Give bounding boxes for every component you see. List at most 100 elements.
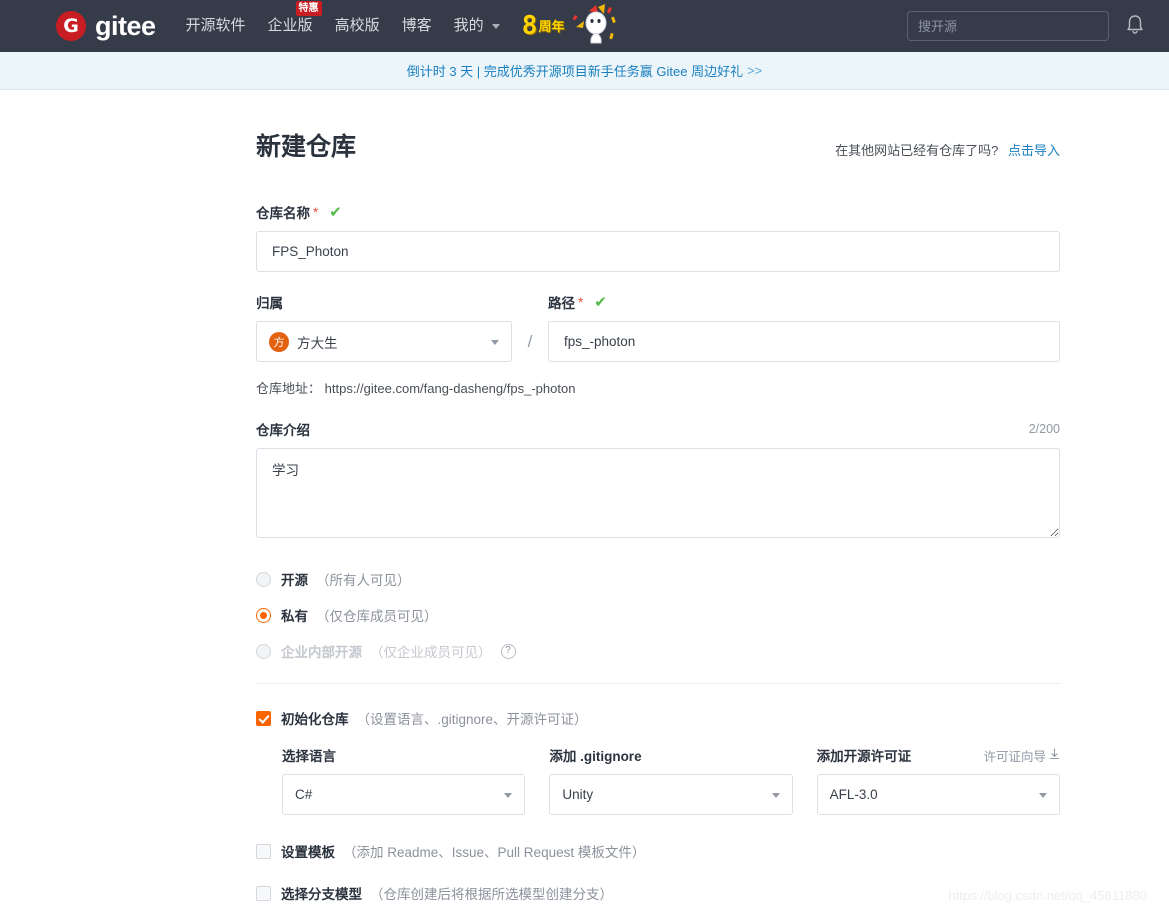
gitignore-selected-value: Unity <box>562 787 594 802</box>
owner-field: 归属 方 方大生 <box>256 292 512 362</box>
description-counter: 2/200 <box>1028 422 1060 436</box>
checkbox-init-repo-icon <box>256 710 271 726</box>
gitignore-label: 添加 .gitignore <box>549 746 792 764</box>
gitee-wordmark: gitee <box>95 10 156 41</box>
path-label-text: 路径 <box>548 296 575 311</box>
gitignore-select[interactable]: Unity <box>549 774 793 815</box>
owner-select[interactable]: 方 方大生 <box>256 321 512 362</box>
visibility-private-desc: （仅仓库成员可见） <box>316 609 438 624</box>
path-separator: / <box>527 332 533 351</box>
visibility-enterprise-label: 企业内部开源 <box>281 645 362 660</box>
search-input[interactable] <box>907 11 1109 41</box>
repo-name-label-text: 仓库名称 <box>256 206 310 221</box>
owner-label: 归属 <box>256 292 512 312</box>
license-select[interactable]: AFL-3.0 <box>816 774 1060 815</box>
language-label: 选择语言 <box>282 746 525 764</box>
visibility-option-private[interactable]: 私有 （仅仓库成员可见） <box>256 605 1060 625</box>
template-label: 设置模板 <box>281 845 335 860</box>
repo-name-valid-icon: ✔ <box>329 203 342 221</box>
language-select[interactable]: C# <box>282 774 526 815</box>
license-selected-value: AFL-3.0 <box>829 787 878 802</box>
nav-item-blog[interactable]: 博客 <box>402 0 432 52</box>
anniversary-banner[interactable]: 8 周年 <box>522 0 619 52</box>
nav-item-campus[interactable]: 高校版 <box>335 0 380 52</box>
page-title: 新建仓库 <box>256 133 357 161</box>
nav-item-opensource[interactable]: 开源软件 <box>186 0 246 52</box>
nav-item-mine-label: 我的 <box>453 17 484 34</box>
license-wizard-label: 许可证向导 <box>983 749 1046 764</box>
repo-url-row: 仓库地址： https://gitee.com/fang-dasheng/fps… <box>256 378 1060 397</box>
section-divider <box>256 683 1060 684</box>
visibility-option-public[interactable]: 开源 （所有人可见） <box>256 569 1060 589</box>
site-header: G gitee 开源软件 企业版 特惠 高校版 博客 我的 8 周年 <box>0 0 1169 52</box>
language-label-text: 选择语言 <box>282 749 336 764</box>
radio-private-icon <box>256 607 271 623</box>
description-textarea[interactable] <box>256 448 1060 538</box>
avatar: 方 <box>269 331 289 352</box>
license-label-text: 添加开源许可证 <box>816 749 912 764</box>
import-hint-text: 在其他网站已经有仓库了吗? <box>835 143 999 158</box>
visibility-option-enterprise: 企业内部开源 （仅企业成员可见） ? <box>256 641 1060 661</box>
owner-path-row: 归属 方 方大生 / 路径 * ✔ <box>256 292 1060 362</box>
description-label: 仓库介绍 2/200 <box>256 419 1060 439</box>
path-label: 路径 * ✔ <box>548 292 1060 312</box>
bell-icon[interactable] <box>1125 13 1145 40</box>
description-label-text: 仓库介绍 <box>256 423 310 438</box>
gitignore-select-group: 添加 .gitignore Unity <box>549 746 793 815</box>
init-repo-label: 初始化仓库 <box>281 712 349 727</box>
repo-name-input[interactable] <box>256 231 1060 272</box>
branch-model-checkbox-row[interactable]: 选择分支模型 （仓库创建后将根据所选模型创建分支） <box>256 883 1060 903</box>
init-options-row: 选择语言 C# 添加 .gitignore Unity 添加开源许可证 许可证向… <box>282 746 1060 815</box>
wizard-icon <box>1049 747 1060 763</box>
chevron-down-icon <box>491 23 500 29</box>
gitee-logo[interactable]: G gitee <box>56 11 156 41</box>
nav-item-campus-label: 高校版 <box>334 17 380 34</box>
checkbox-branch-model-icon <box>256 885 271 901</box>
description-field: 仓库介绍 2/200 <box>256 419 1060 543</box>
help-icon[interactable]: ? <box>500 643 516 659</box>
language-selected-value: C# <box>295 787 313 802</box>
repo-url-label: 仓库地址： <box>256 381 322 396</box>
anniversary-number: 8 <box>521 11 538 41</box>
init-repo-checkbox-row[interactable]: 初始化仓库 （设置语言、.gitignore、开源许可证） <box>256 708 1060 728</box>
nav-item-enterprise[interactable]: 企业版 特惠 <box>267 0 322 52</box>
anniversary-suffix: 周年 <box>538 18 565 34</box>
owner-label-text: 归属 <box>256 296 283 311</box>
nav-item-mine[interactable]: 我的 <box>454 0 500 52</box>
init-repo-desc: （设置语言、.gitignore、开源许可证） <box>356 712 588 727</box>
license-wizard-link[interactable]: 许可证向导 <box>983 746 1060 765</box>
nav-item-opensource-label: 开源软件 <box>185 17 246 34</box>
path-input[interactable] <box>548 321 1060 362</box>
visibility-enterprise-desc: （仅企业成员可见） <box>370 645 492 660</box>
path-field: 路径 * ✔ <box>548 292 1060 362</box>
repo-name-field: 仓库名称 * ✔ <box>256 202 1060 272</box>
announcement-arrows: >> <box>747 63 763 78</box>
visibility-public-label: 开源 <box>281 573 308 588</box>
visibility-radio-group: 开源 （所有人可见） 私有 （仅仓库成员可见） 企业内部开源 （仅企业成员可见）… <box>256 569 1060 661</box>
visibility-private-label: 私有 <box>281 609 308 624</box>
license-label: 添加开源许可证 许可证向导 <box>817 746 1060 764</box>
title-row: 新建仓库 在其他网站已经有仓库了吗? 点击导入 <box>256 132 1060 162</box>
checkbox-spacer <box>256 861 1060 883</box>
branch-model-label: 选择分支模型 <box>281 887 362 902</box>
repo-url-value: https://gitee.com/fang-dasheng/fps_-phot… <box>324 381 576 396</box>
import-repo-link[interactable]: 点击导入 <box>1008 143 1060 158</box>
owner-selected-value: 方大生 <box>297 335 338 351</box>
radio-enterprise-icon <box>256 643 271 659</box>
path-valid-icon: ✔ <box>594 293 607 311</box>
license-select-group: 添加开源许可证 许可证向导 AFL-3.0 <box>816 746 1060 815</box>
repo-name-label: 仓库名称 * ✔ <box>256 202 1060 222</box>
announcement-text: 倒计时 3 天 | 完成优秀开源项目新手任务赢 Gitee 周边好礼 <box>406 64 744 79</box>
announcement-bar[interactable]: 倒计时 3 天 | 完成优秀开源项目新手任务赢 Gitee 周边好礼 >> <box>0 52 1169 90</box>
path-required-mark: * <box>578 294 584 310</box>
template-checkbox-row[interactable]: 设置模板 （添加 Readme、Issue、Pull Request 模板文件） <box>256 841 1060 861</box>
repo-name-required-mark: * <box>313 204 319 220</box>
checkbox-template-icon <box>256 843 271 859</box>
header-right <box>907 11 1145 41</box>
nav-item-enterprise-label: 企业版 <box>267 17 313 34</box>
import-hint: 在其他网站已经有仓库了吗? 点击导入 <box>835 140 1060 159</box>
promo-badge: 特惠 <box>295 1 322 16</box>
language-select-group: 选择语言 C# <box>282 746 526 815</box>
nav-item-blog-label: 博客 <box>401 17 432 34</box>
branch-model-desc: （仓库创建后将根据所选模型创建分支） <box>370 887 613 902</box>
